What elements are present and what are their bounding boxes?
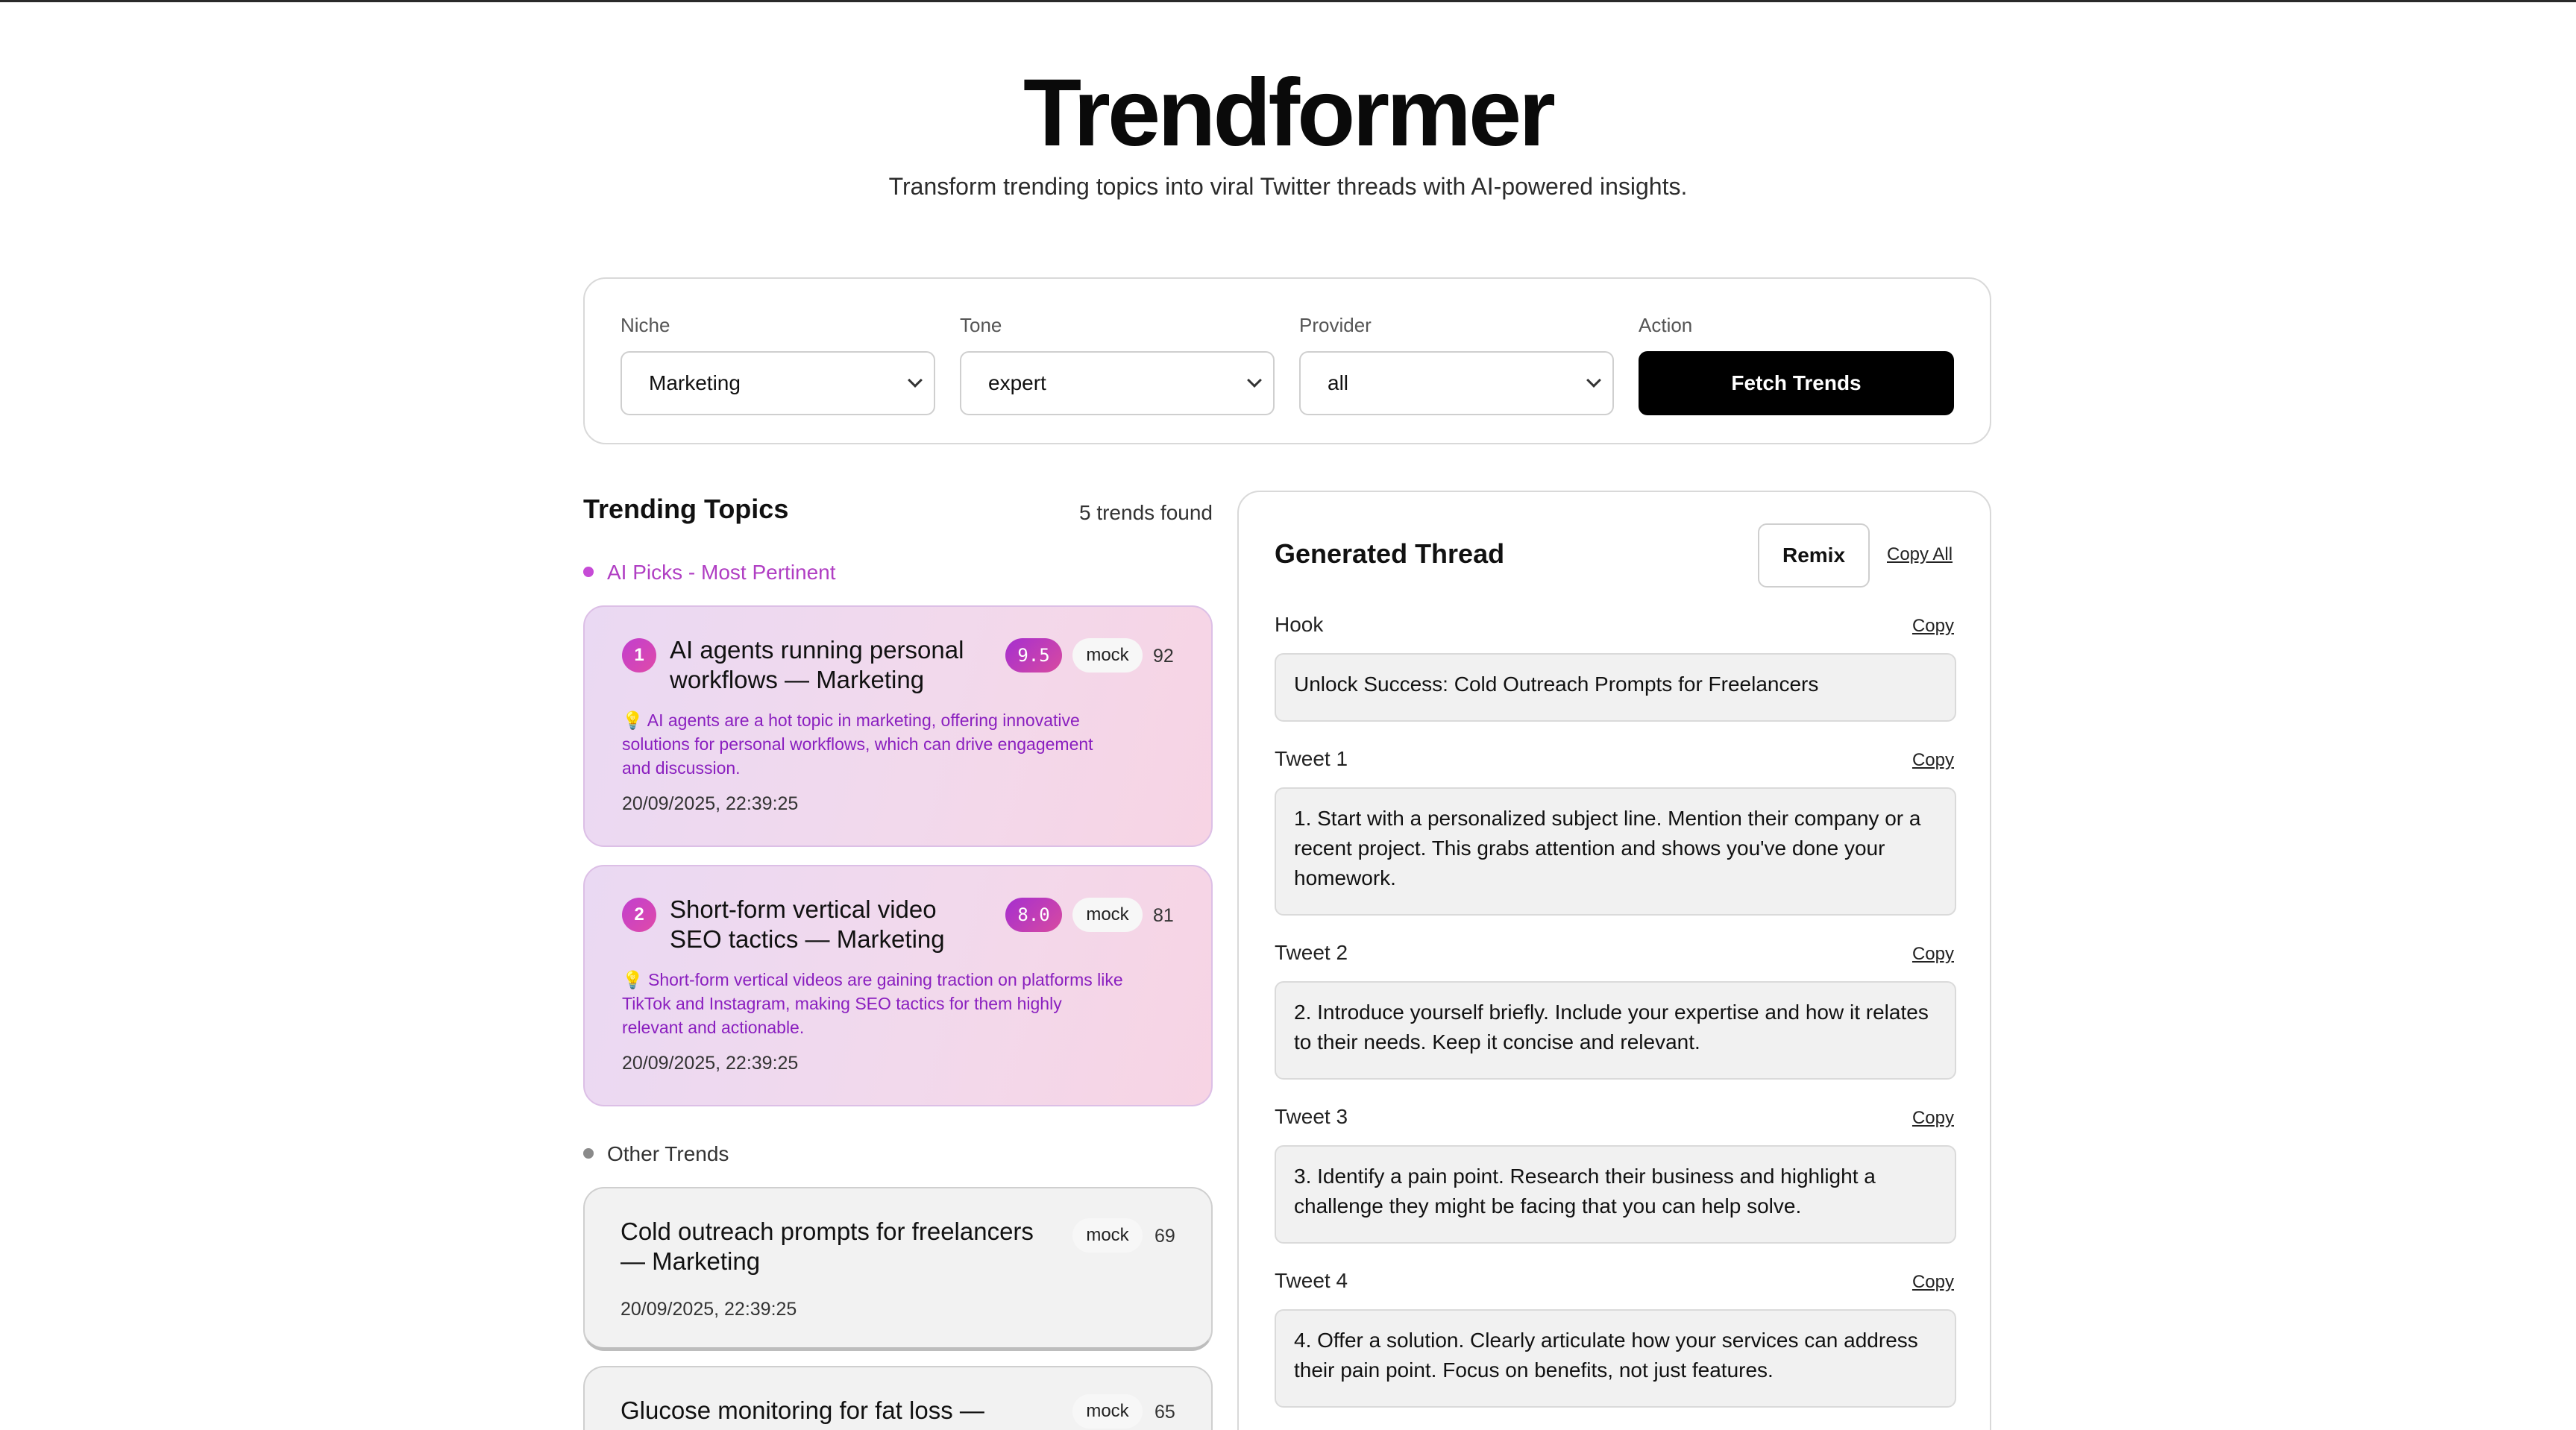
trend-count: 5 trends found xyxy=(1078,501,1213,524)
tweet-text: 3. Identify a pain point. Research their… xyxy=(1275,1145,1956,1244)
trend-reason: 💡 Short-form vertical videos are gaining… xyxy=(622,968,1174,1039)
window-top-border xyxy=(0,0,2576,2)
copy-tweet-button[interactable]: Copy xyxy=(1912,1108,1954,1129)
trend-timestamp: 20/09/2025, 22:39:25 xyxy=(622,1053,799,1074)
tweet-label: Tweet 1 xyxy=(1275,747,1348,770)
score-badge: 9.5 xyxy=(1005,638,1062,673)
generated-thread-panel: Generated Thread Remix Copy All Hook Cop… xyxy=(1237,491,1991,1430)
app-title: Trendformer xyxy=(1023,60,1556,166)
niche-select-value: Marketing xyxy=(649,371,741,394)
provider-select-value: all xyxy=(1328,371,1349,394)
source-badge: mock xyxy=(1072,898,1143,932)
trend-reason-line: 💡 Short-form vertical videos are gaining… xyxy=(622,970,1123,989)
trend-title-line: SEO tactics — Marketing xyxy=(670,925,945,953)
hook-text: Unlock Success: Cold Outreach Prompts fo… xyxy=(1275,653,1956,722)
trend-title-line: Short-form vertical video xyxy=(670,895,937,923)
tweet-label: Tweet 2 xyxy=(1275,941,1348,964)
provider-select[interactable]: all xyxy=(1299,351,1614,415)
tweet-text: 2. Introduce yourself briefly. Include y… xyxy=(1275,981,1956,1080)
trend-reason-line: 💡 AI agents are a hot topic in marketing… xyxy=(622,711,1080,730)
trend-card[interactable]: Cold outreach prompts for freelancers — … xyxy=(583,1187,1213,1351)
tweet-label: Tweet 4 xyxy=(1275,1269,1348,1292)
trend-card[interactable]: Glucose monitoring for fat loss — mock 6… xyxy=(583,1366,1213,1430)
trend-timestamp: 20/09/2025, 22:39:25 xyxy=(622,793,799,814)
ai-picks-dot-icon xyxy=(583,566,594,577)
trend-title: Cold outreach prompts for freelancers — … xyxy=(621,1217,1034,1276)
other-trends-label: Other Trends xyxy=(607,1142,729,1165)
tone-label: Tone xyxy=(960,314,1002,336)
trend-title-line: Glucose monitoring for fat loss — xyxy=(621,1396,984,1424)
trend-card[interactable]: 2 Short-form vertical video SEO tactics … xyxy=(583,865,1213,1106)
trend-score-number: 69 xyxy=(1155,1226,1175,1247)
trend-score-number: 81 xyxy=(1153,905,1174,926)
trend-reason-line: and discussion. xyxy=(622,758,741,778)
tone-select-value: expert xyxy=(988,371,1046,394)
trend-reason: 💡 AI agents are a hot topic in marketing… xyxy=(622,708,1174,780)
chevron-down-icon xyxy=(1586,373,1601,388)
fetch-trends-button[interactable]: Fetch Trends xyxy=(1639,351,1954,415)
tweet-label: Tweet 3 xyxy=(1275,1105,1348,1128)
trend-title-line: Cold outreach prompts for freelancers xyxy=(621,1218,1034,1245)
other-trends-dot-icon xyxy=(583,1147,594,1159)
chevron-down-icon xyxy=(908,373,923,388)
rank-badge: 2 xyxy=(622,898,656,932)
provider-label: Provider xyxy=(1299,314,1372,336)
trend-reason-line: relevant and actionable. xyxy=(622,1018,805,1037)
trend-reason-line: TikTok and Instagram, making SEO tactics… xyxy=(622,994,1062,1013)
copy-all-button[interactable]: Copy All xyxy=(1887,544,1953,565)
chevron-down-icon xyxy=(1247,373,1262,388)
trend-title-line: AI agents running personal xyxy=(670,636,964,664)
trend-timestamp: 20/09/2025, 22:39:25 xyxy=(621,1299,797,1320)
hook-label: Hook xyxy=(1275,613,1324,636)
trend-score-number: 92 xyxy=(1153,646,1174,667)
action-label: Action xyxy=(1639,314,1693,336)
tweet-text: 1. Start with a personalized subject lin… xyxy=(1275,787,1956,916)
trend-title: AI agents running personal workflows — M… xyxy=(670,635,964,695)
trend-reason-line: solutions for personal workflows, which … xyxy=(622,734,1093,754)
controls-card: Niche Marketing Tone expert Provider all… xyxy=(583,277,1991,444)
copy-tweet-button[interactable]: Copy xyxy=(1912,944,1954,965)
copy-tweet-button[interactable]: Copy xyxy=(1912,1272,1954,1293)
copy-hook-button[interactable]: Copy xyxy=(1912,616,1954,637)
trend-card[interactable]: 1 AI agents running personal workflows —… xyxy=(583,605,1213,847)
niche-label: Niche xyxy=(621,314,670,336)
other-trends-header: Other Trends xyxy=(583,1142,729,1166)
trend-title-line: workflows — Marketing xyxy=(670,666,925,693)
score-badge: 8.0 xyxy=(1005,898,1062,932)
rank-badge: 1 xyxy=(622,638,656,673)
app-subtitle: Transform trending topics into viral Twi… xyxy=(888,173,1688,200)
source-badge: mock xyxy=(1072,638,1143,673)
trend-title-line: — Marketing xyxy=(621,1247,761,1275)
trend-title: Glucose monitoring for fat loss — xyxy=(621,1396,984,1426)
trend-title: Short-form vertical video SEO tactics — … xyxy=(670,895,945,954)
trending-topics-title: Trending Topics xyxy=(583,494,789,524)
ai-picks-header: AI Picks - Most Pertinent xyxy=(583,561,836,585)
source-badge: mock xyxy=(1072,1394,1143,1429)
tweet-text: 4. Offer a solution. Clearly articulate … xyxy=(1275,1309,1956,1408)
tone-select[interactable]: expert xyxy=(960,351,1275,415)
remix-button[interactable]: Remix xyxy=(1758,523,1870,588)
trend-score-number: 65 xyxy=(1155,1402,1175,1423)
generated-thread-title: Generated Thread xyxy=(1275,538,1505,569)
ai-picks-label: AI Picks - Most Pertinent xyxy=(607,561,836,584)
niche-select[interactable]: Marketing xyxy=(621,351,935,415)
source-badge: mock xyxy=(1072,1218,1143,1253)
copy-tweet-button[interactable]: Copy xyxy=(1912,750,1954,771)
